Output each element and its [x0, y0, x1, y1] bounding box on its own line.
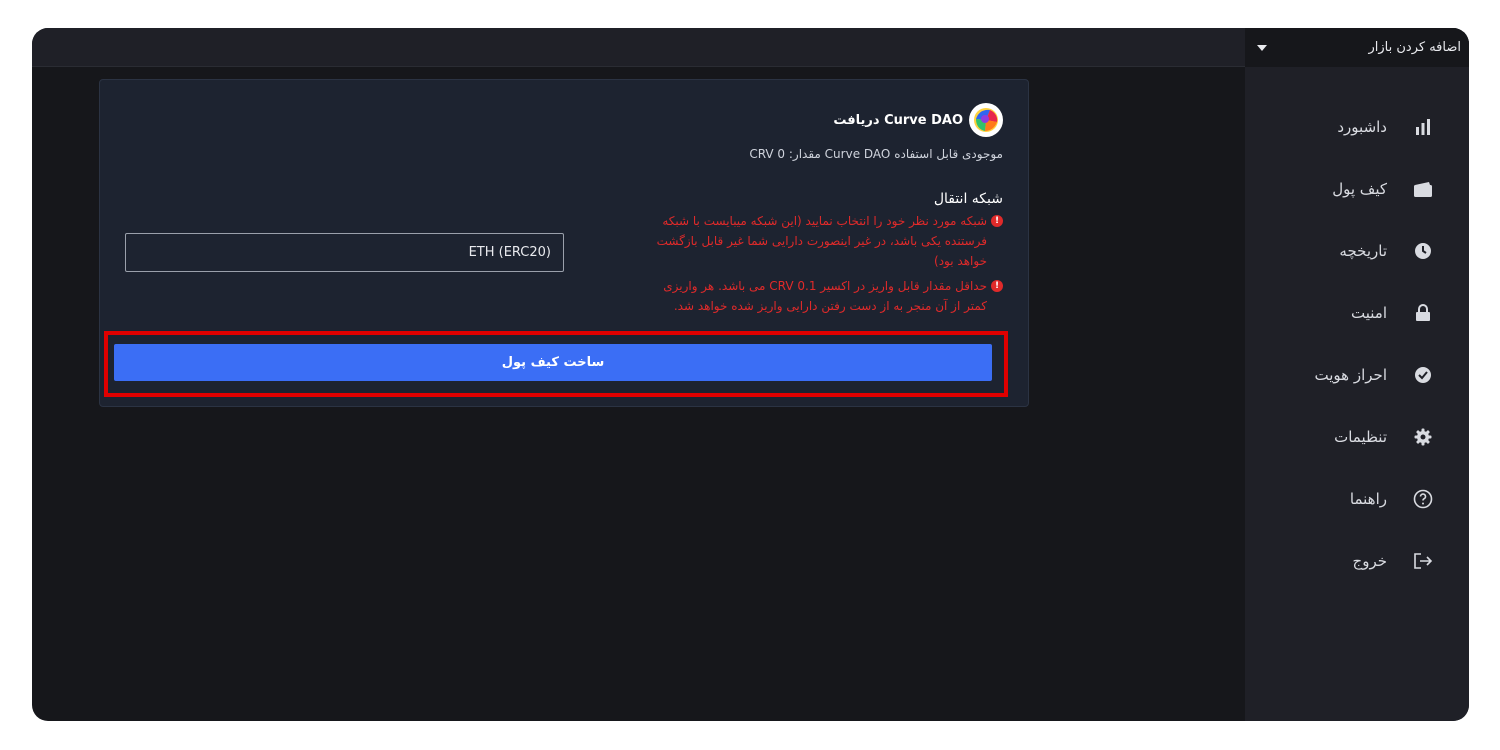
min-deposit-warning-text: حداقل مقدار قابل واریز در اکسیر CRV 0.1 … [663, 279, 987, 313]
sidebar-item-verification[interactable]: احراز هویت [1245, 344, 1469, 406]
network-warning: ! شبکه مورد نظر خود را انتخاب نمایید (ای… [653, 211, 1003, 271]
sidebar-item-help[interactable]: راهنما [1245, 468, 1469, 530]
network-select-value: ETH (ERC20) [468, 245, 551, 260]
curve-dao-logo-icon [969, 103, 1003, 137]
wallet-icon [1413, 179, 1433, 199]
add-market-label: اضافه کردن بازار [1368, 40, 1461, 55]
deposit-card: دریافت Curve DAO موجودی قابل استفاده Cur… [99, 79, 1029, 407]
alert-icon: ! [991, 280, 1003, 292]
min-deposit-warning: ! حداقل مقدار قابل واریز در اکسیر CRV 0.… [653, 276, 1003, 316]
sidebar-item-security[interactable]: امنیت [1245, 282, 1469, 344]
sidebar-item-label: احراز هویت [1314, 366, 1387, 384]
lock-icon [1413, 303, 1433, 323]
network-title: شبکه انتقال [933, 191, 1003, 207]
sidebar-item-label: امنیت [1351, 304, 1387, 322]
sidebar: اضافه کردن بازار داشبورد کیف پول تاریخچه [1245, 28, 1469, 721]
sidebar-item-label: خروج [1352, 552, 1387, 570]
top-bar [32, 28, 1245, 67]
create-wallet-button[interactable]: ساخت کیف پول [114, 344, 992, 381]
available-balance: موجودی قابل استفاده Curve DAO مقدار: 0 C… [749, 147, 1003, 161]
help-icon [1413, 489, 1433, 509]
sidebar-item-history[interactable]: تاریخچه [1245, 220, 1469, 282]
add-market-dropdown[interactable]: اضافه کردن بازار [1245, 28, 1469, 67]
network-warning-text: شبکه مورد نظر خود را انتخاب نمایید (این … [656, 214, 987, 268]
logout-icon [1413, 551, 1433, 571]
caret-down-icon [1257, 44, 1267, 51]
app-window: اضافه کردن بازار داشبورد کیف پول تاریخچه [32, 28, 1469, 721]
sidebar-item-label: راهنما [1349, 490, 1387, 508]
card-title: دریافت Curve DAO [833, 112, 963, 128]
sidebar-item-label: کیف پول [1332, 180, 1387, 198]
sidebar-menu: داشبورد کیف پول تاریخچه امنیت احراز هویت… [1245, 96, 1469, 592]
sidebar-item-label: تنظیمات [1334, 428, 1387, 446]
alert-icon: ! [991, 215, 1003, 227]
gear-icon [1413, 427, 1433, 447]
clock-icon [1413, 241, 1433, 261]
sidebar-item-label: داشبورد [1337, 118, 1387, 136]
sidebar-item-label: تاریخچه [1339, 242, 1387, 260]
sidebar-item-wallet[interactable]: کیف پول [1245, 158, 1469, 220]
card-header: دریافت Curve DAO [833, 103, 1003, 137]
sidebar-item-settings[interactable]: تنظیمات [1245, 406, 1469, 468]
sidebar-item-dashboard[interactable]: داشبورد [1245, 96, 1469, 158]
network-select[interactable]: ETH (ERC20) [125, 233, 564, 272]
bar-chart-icon [1413, 117, 1433, 137]
sidebar-item-logout[interactable]: خروج [1245, 530, 1469, 592]
check-badge-icon [1413, 365, 1433, 385]
